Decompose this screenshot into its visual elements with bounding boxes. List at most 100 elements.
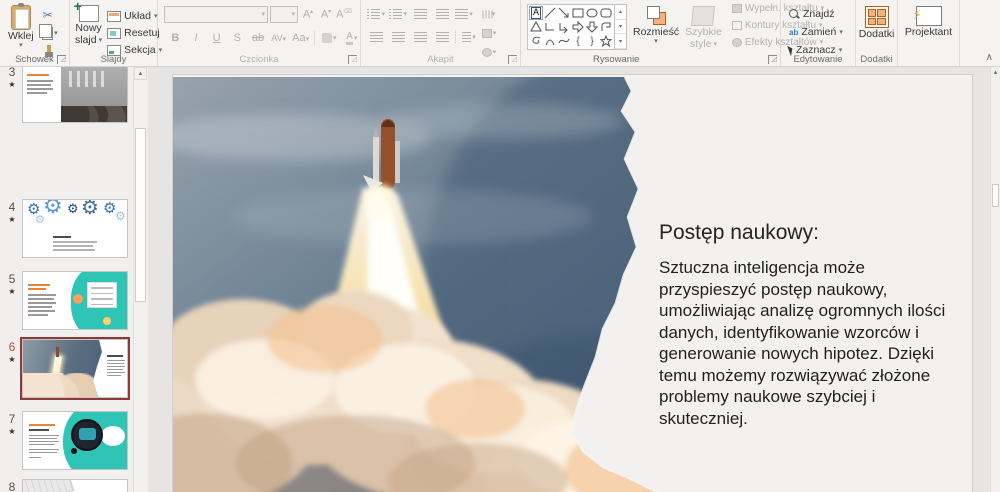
triangle-shape[interactable] [529,20,543,34]
numbering-button[interactable]: ▾ [388,6,407,22]
replace-button[interactable]: ab Zamień ▾ [789,24,855,40]
slide-body-text[interactable]: Sztuczna inteligencja może przyspieszyć … [659,257,965,430]
text-shadow-button[interactable]: S [230,32,245,44]
cut-button[interactable]: ✂ [40,7,56,23]
transition-star-icon: ★ [8,215,16,224]
slide-7-thumbnail[interactable] [22,411,128,470]
font-size-combo[interactable]: ▾ [270,6,298,23]
elbow-arrow-connector-shape[interactable] [557,20,571,34]
font-dialog-launcher[interactable]: ◿ [348,55,357,64]
right-brace-shape[interactable]: } [585,34,599,48]
bullets-icon [366,9,381,19]
find-button[interactable]: Znajdź [789,6,855,22]
gallery-down-button[interactable]: ▾ [615,20,626,35]
text-direction-button[interactable]: ▾ [480,6,498,22]
main-scroll-up-button[interactable]: ▴ [991,67,1000,80]
clipboard-dialog-launcher[interactable]: ◿ [57,55,66,64]
rounded-rectangle-shape[interactable] [599,6,613,20]
right-arrow-shape[interactable] [571,20,585,34]
arrange-icon [645,6,667,26]
justify-button[interactable] [433,29,451,45]
rocket-launch-photo[interactable] [173,77,663,492]
addins-button[interactable]: Dodatki [856,0,897,40]
paragraph-dialog-launcher[interactable]: ◿ [508,55,517,64]
shape-fill-icon [731,3,742,13]
paragraph-group-label: Akapit [427,54,454,65]
oval-shape[interactable] [585,6,599,20]
addins-group-label: Dodatki [860,54,893,65]
columns-button[interactable]: ▾ [460,29,478,45]
italic-button[interactable]: I [189,32,204,44]
slide-canvas: Postęp naukowy: Sztuczna inteligencja mo… [172,74,973,492]
slide-number: 5 [8,272,16,286]
reset-label: Resetuj [124,27,160,39]
slide-8-thumbnail[interactable] [22,479,128,492]
slide-4-thumbnail[interactable]: ⚙ ⚙ ⚙ ⚙ ⚙ ⚙ ⚙ [22,199,128,258]
new-slide-button[interactable]: Nowy slajd▾ [74,0,103,58]
character-spacing-button[interactable]: AV▾ [271,33,286,43]
highlight-button[interactable]: ▾ [321,30,337,46]
left-brace-shape[interactable]: { [571,34,585,48]
align-text-button[interactable]: ▾ [480,25,498,41]
gear-icon: ⚙ [67,202,79,217]
arc-shape[interactable] [543,34,557,48]
align-text-icon [481,28,492,38]
drawing-dialog-launcher[interactable]: ◿ [768,55,777,64]
copy-button[interactable]: ▾ [38,23,58,41]
slide-6-thumbnail-selected[interactable] [20,337,130,400]
rectangle-shape[interactable] [571,6,585,20]
chevron-down-icon: ▾ [381,10,385,18]
editing-group-label: Edytowanie [793,54,843,65]
panel-scrollbar-thumb[interactable] [135,128,146,302]
columns-icon [462,32,472,42]
replace-icon: ab [789,27,799,37]
bold-button[interactable]: B [168,32,183,44]
slides-group-label: Slajdy [100,54,127,65]
down-arrow-shape[interactable] [585,20,599,34]
slide-text-block[interactable]: Postęp naukowy: Sztuczna inteligencja mo… [659,221,965,430]
thumbnail-panel-scrollbar: ▴ [133,67,147,492]
powerpoint-window: Wklej ▾ ✂ ▾ Schowek ◿ Nowy slajd▾ [0,0,1000,492]
font-color-button[interactable]: A ▾ [344,30,360,46]
underline-button[interactable]: U [209,32,224,44]
decrease-indent-button[interactable] [411,6,429,22]
shrink-font-button[interactable]: A▾ [318,8,334,21]
panel-scroll-up-button[interactable]: ▴ [134,67,147,80]
elbow-connector-shape[interactable] [543,20,557,34]
main-scrollbar-thumb[interactable] [992,184,999,207]
arrow-shape[interactable] [557,6,571,20]
strikethrough-button[interactable]: ab [251,32,266,44]
reset-button[interactable]: Resetuj [107,25,162,41]
increase-indent-button[interactable] [433,6,451,22]
slide-5-thumbnail[interactable] [22,271,128,330]
designer-button[interactable]: Projektant [898,0,959,38]
textbox-shape[interactable]: A [529,6,543,20]
change-case-button[interactable]: Aa▾ [292,32,309,44]
bullets-button[interactable]: ▾ [366,6,385,22]
gallery-more-button[interactable]: ▾ [615,34,626,50]
slide-title[interactable]: Postęp naukowy: [659,221,965,245]
flowchart-shape[interactable] [599,20,613,34]
font-name-combo[interactable]: ▾ [164,6,268,23]
layout-button[interactable]: Układ ▾ [107,8,162,24]
clear-formatting-button[interactable]: A⌫ [336,8,352,21]
paste-button[interactable]: Wklej ▾ [8,3,34,59]
curve-shape[interactable] [557,34,571,48]
group-designer: Projektant [898,0,960,66]
line-shape[interactable] [543,6,557,20]
collapse-ribbon-button[interactable]: ∧ [986,52,993,63]
scribble-shape[interactable] [529,34,543,48]
slide-3-thumbnail[interactable] [22,67,128,123]
star-shape[interactable] [599,34,613,48]
grow-font-button[interactable]: A▴ [300,8,316,21]
align-right-button[interactable] [411,29,429,45]
slide-thumbnail-panel: 3 ★ 4 ★ ⚙ ⚙ ⚙ ⚙ ⚙ ⚙ ⚙ 5 ★ 6 ★ 7 ★ 8 ▴ [0,67,148,492]
align-left-button[interactable] [367,29,385,45]
copy-icon [38,23,54,40]
transition-star-icon: ★ [8,355,16,364]
line-spacing-button[interactable]: ▾ [455,6,473,22]
arrange-button[interactable]: Rozmieść ▾ [633,0,679,50]
quick-styles-button[interactable]: Szybkie style ▾ [685,0,722,50]
gallery-up-button[interactable]: ▴ [615,5,626,20]
align-center-button[interactable] [389,29,407,45]
